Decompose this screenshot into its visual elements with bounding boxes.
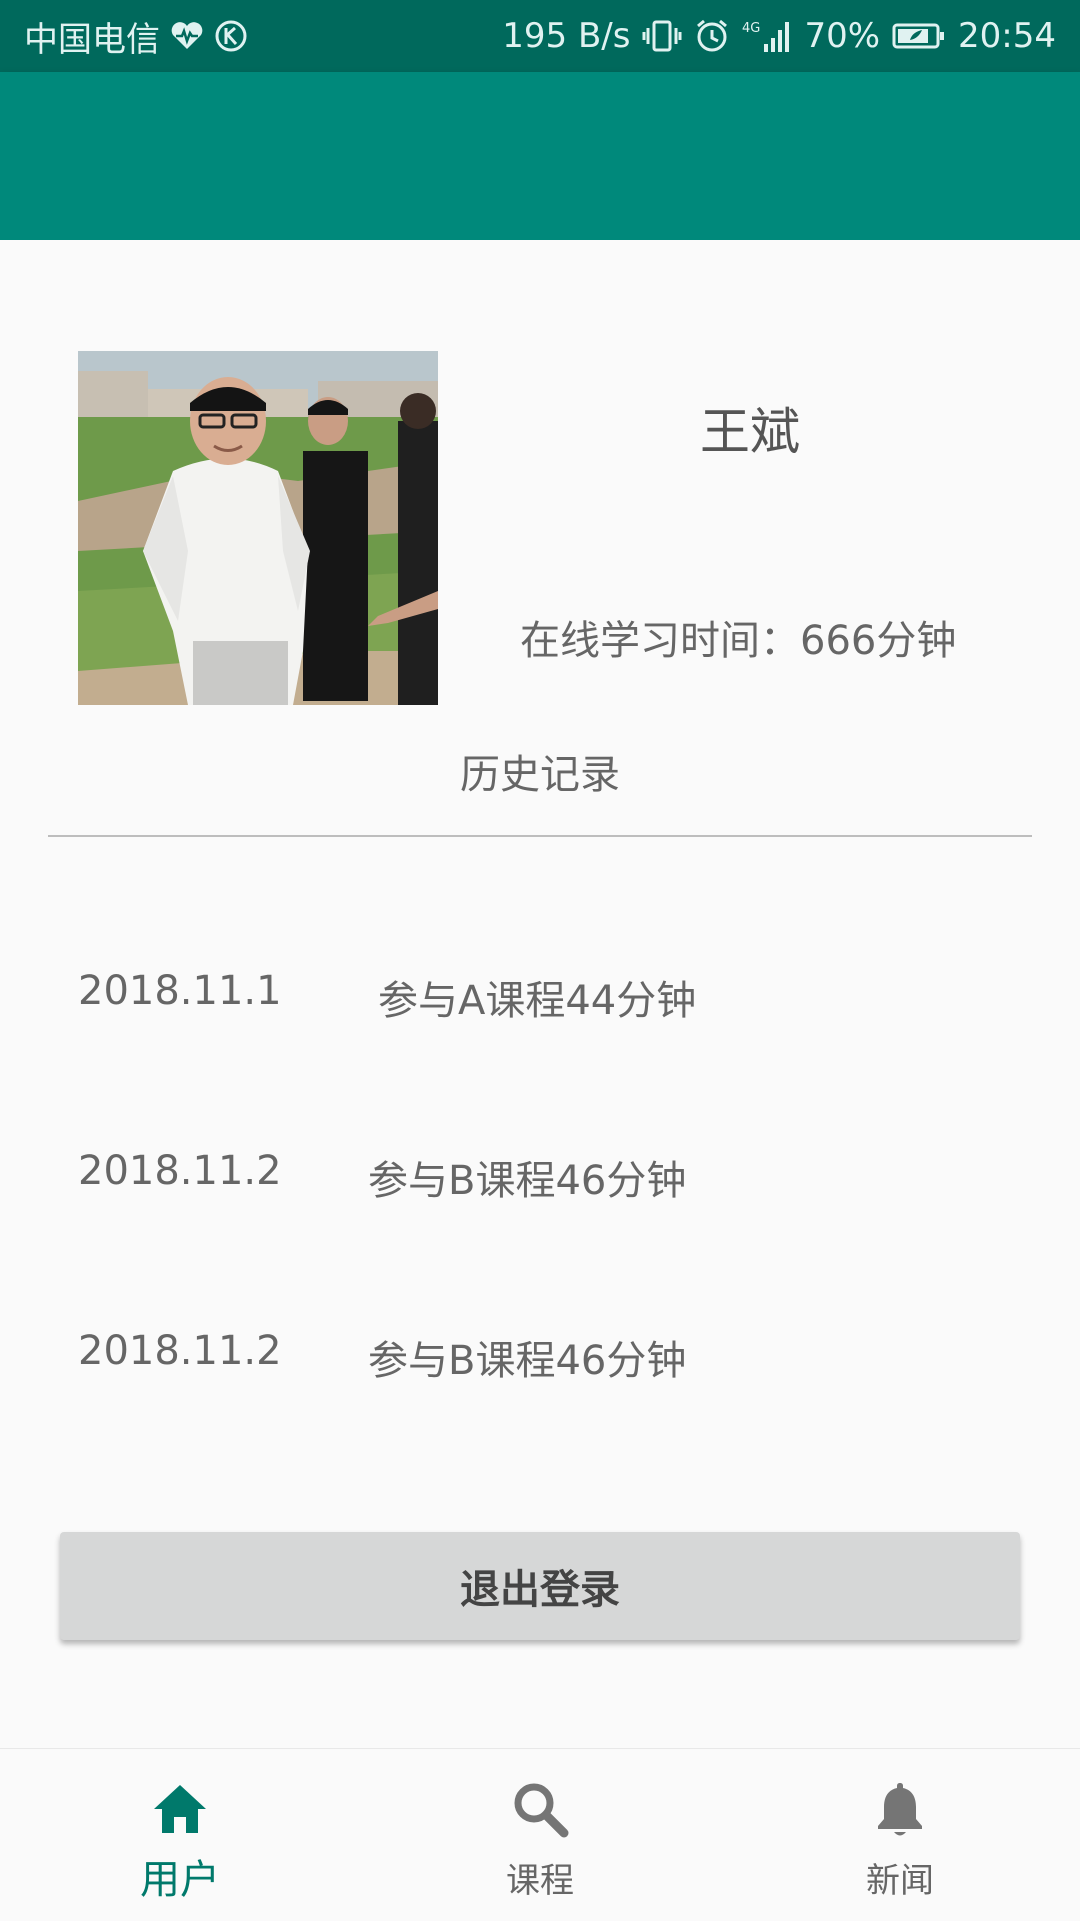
net-speed-label: 195 B/s (502, 16, 631, 56)
nav-label-courses: 课程 (506, 1861, 574, 1901)
history-desc: 参与A课程44分钟 (378, 978, 697, 1024)
nav-tab-courses[interactable]: 课程 (420, 1749, 660, 1921)
history-desc: 参与B课程46分钟 (368, 1158, 687, 1204)
battery-icon (892, 21, 946, 51)
home-icon (154, 1785, 206, 1833)
clock-time: 20:54 (958, 16, 1056, 56)
bell-icon (878, 1783, 922, 1836)
logout-button[interactable]: 退出登录 (60, 1532, 1020, 1640)
avatar (78, 351, 438, 705)
history-desc: 参与B课程46分钟 (368, 1338, 687, 1384)
status-left: 中国电信 (24, 12, 248, 61)
nav-label-news: 新闻 (866, 1861, 934, 1901)
nav-tab-news[interactable]: 新闻 (780, 1749, 1020, 1921)
k-circle-icon (214, 19, 248, 53)
alarm-icon (694, 18, 730, 54)
carrier-label: 中国电信 (24, 19, 160, 60)
bottom-nav: 用户 课程 新闻 (0, 1748, 1080, 1921)
signal-icon: 4G (742, 18, 792, 54)
nav-tab-user[interactable]: 用户 (60, 1749, 300, 1921)
profile-content: 王斌 在线学习时间：666分钟 历史记录 2018.11.1 参与A课程44分钟… (0, 240, 1080, 1748)
battery-percent: 70% (804, 16, 881, 56)
network-type-label: 4G (742, 21, 760, 36)
history-date: 2018.11.2 (78, 1148, 282, 1194)
history-date: 2018.11.1 (78, 968, 282, 1014)
user-name: 王斌 (700, 403, 800, 461)
status-right: 195 B/s 4G 70% 20:54 (502, 16, 1056, 56)
history-date: 2018.11.2 (78, 1328, 282, 1374)
divider (48, 835, 1032, 837)
search-icon (514, 1783, 569, 1838)
avatar-photo (78, 351, 438, 705)
vibrate-icon (642, 18, 682, 54)
history-title: 历史记录 (460, 752, 620, 798)
nav-label-user: 用户 (140, 1857, 220, 1903)
online-time-text: 在线学习时间：666分钟 (520, 618, 957, 664)
app-bar (0, 72, 1080, 240)
status-bar: 中国电信 195 B/s 4G 70% 20:54 (0, 0, 1080, 72)
heart-rate-icon (170, 21, 204, 51)
